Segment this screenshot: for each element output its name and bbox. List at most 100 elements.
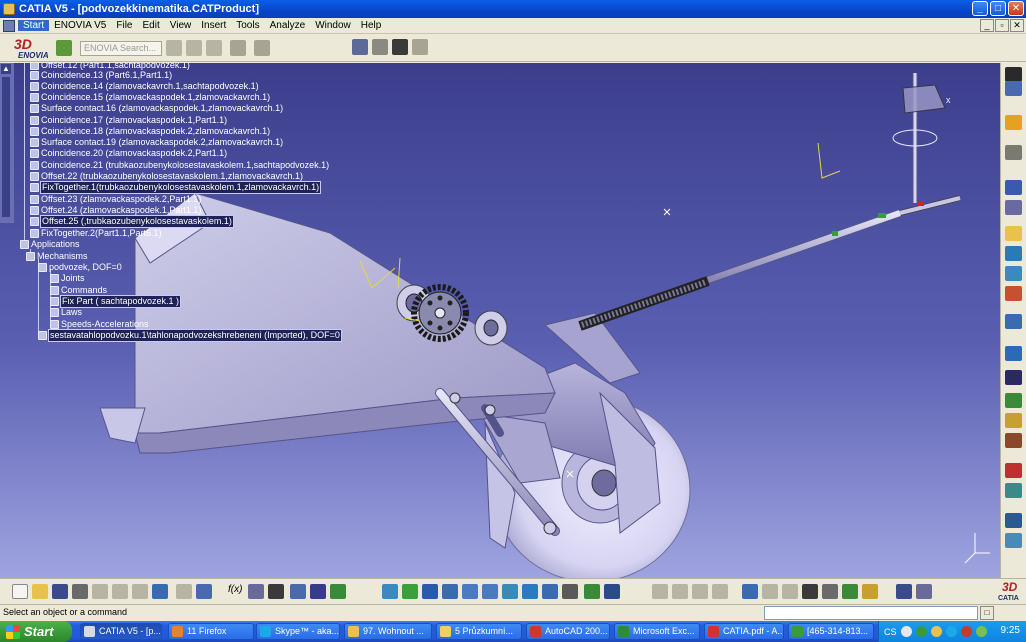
mechanism-dressup-icon[interactable] <box>1005 81 1022 96</box>
snap-component-icon[interactable] <box>842 584 858 599</box>
enovia-logo[interactable]: 3D ENOVIA <box>4 36 50 60</box>
measure-inertia-icon[interactable] <box>692 584 708 599</box>
minimize-button[interactable]: _ <box>972 1 988 16</box>
fit-all-icon[interactable] <box>402 584 418 599</box>
clock[interactable]: 9:25 <box>1001 625 1020 636</box>
close-button[interactable]: ✕ <box>1008 1 1024 16</box>
multi-view-icon[interactable] <box>522 584 538 599</box>
grid-table-icon[interactable] <box>1005 226 1022 241</box>
tree-item[interactable]: Coincidence.18 (zlamovackaspodek.2,zlamo… <box>30 126 270 137</box>
tree-item[interactable]: FixTogether.1(trubkaozubenykolosestavask… <box>30 181 322 194</box>
taskbar-item-skype[interactable]: Skype™ - aka... <box>256 623 340 640</box>
clash-icon[interactable] <box>1005 393 1022 408</box>
tray-app-icon[interactable] <box>915 626 927 637</box>
pan-icon[interactable] <box>422 584 438 599</box>
tree-item[interactable]: Coincidence.15 (zlamovackaspodek.1,zlamo… <box>30 92 270 103</box>
redo-icon[interactable] <box>176 584 192 599</box>
table-icon[interactable] <box>268 584 284 599</box>
search-options-icon[interactable] <box>166 40 182 56</box>
menu-window[interactable]: Window <box>310 20 356 31</box>
doc-minimize-button[interactable]: _ <box>980 19 994 32</box>
knowledge-icon[interactable] <box>248 584 264 599</box>
expand-icon[interactable] <box>206 40 222 56</box>
print-icon[interactable] <box>72 584 88 599</box>
law-icon[interactable] <box>1005 346 1022 361</box>
doc-restore-button[interactable]: ▫ <box>995 19 1009 32</box>
volume-icon[interactable] <box>930 626 942 637</box>
hide-show-icon[interactable] <box>584 584 600 599</box>
refresh-icon[interactable] <box>230 40 246 56</box>
rotate-icon[interactable] <box>1005 180 1022 195</box>
tree-item-joints[interactable]: Joints <box>50 273 85 284</box>
menu-start[interactable]: Start <box>18 20 50 31</box>
manipulate-icon[interactable] <box>822 584 838 599</box>
steering-rod[interactable]: x <box>578 73 961 331</box>
cursor-icon[interactable] <box>1005 115 1022 130</box>
tree-item[interactable]: Offset.24 (zlamovackaspodek.1,Part1.1) <box>30 205 201 216</box>
analysis-icon[interactable] <box>1005 483 1022 498</box>
tree-item[interactable]: Coincidence.20 (zlamovackaspodek.2,Part1… <box>30 148 227 159</box>
menu-tools[interactable]: Tools <box>231 20 264 31</box>
command-clear-button[interactable]: □ <box>980 606 994 620</box>
open-icon[interactable] <box>32 584 48 599</box>
stop-manipulate-icon[interactable] <box>896 584 912 599</box>
tree-item-mechanisms[interactable]: Mechanisms <box>26 251 88 262</box>
search-icon[interactable] <box>802 584 818 599</box>
simulation-icon[interactable] <box>1005 314 1022 329</box>
tree-item[interactable]: FixTogether.2(Part1.1,Part6.1) <box>30 228 162 239</box>
clash-analysis-icon[interactable] <box>762 584 778 599</box>
update-tray-icon[interactable] <box>975 626 987 637</box>
gear[interactable] <box>411 284 469 342</box>
paste-icon[interactable] <box>132 584 148 599</box>
menu-analyze[interactable]: Analyze <box>265 20 311 31</box>
iso-view-icon[interactable] <box>542 584 558 599</box>
tree-item[interactable]: Coincidence.13 (Part6.1,Part1.1) <box>30 70 172 81</box>
tree-item[interactable]: Coincidence.14 (zlamovackavrch.1,sachtap… <box>30 81 259 92</box>
new-icon[interactable] <box>12 584 28 599</box>
maximize-button[interactable]: □ <box>990 1 1006 16</box>
taskbar-item-folder[interactable]: 97. Wohnout ... <box>344 623 432 640</box>
menu-help[interactable]: Help <box>356 20 387 31</box>
tree-item[interactable]: Surface contact.19 (zlamovackaspodek.2,z… <box>30 137 283 148</box>
toolbar-grip-icon[interactable] <box>1005 67 1022 82</box>
save-icon[interactable] <box>52 584 68 599</box>
compass[interactable] <box>964 533 990 564</box>
security-icon[interactable] <box>960 626 972 637</box>
tree-item-fix-part[interactable]: Fix Part ( sachtapodvozek.1 ) <box>50 295 182 308</box>
taskbar-item-autocad[interactable]: AutoCAD 200... <box>526 623 610 640</box>
swept-volume-icon[interactable] <box>1005 533 1022 548</box>
tree-item-imported-mechanism[interactable]: sestavatahlopodvozku.1\tahlonapodvozeksh… <box>38 329 342 342</box>
undo-icon[interactable] <box>152 584 168 599</box>
swap-visible-icon[interactable] <box>604 584 620 599</box>
skype-tray-icon[interactable] <box>945 626 957 637</box>
start-button[interactable]: Start <box>0 621 72 642</box>
3d-viewport[interactable]: x ▲ Offset.12 (Part1.1,sachtapodvozek.1)… <box>0 63 1000 578</box>
snap-to-icon[interactable] <box>1005 266 1022 281</box>
reorder-icon[interactable] <box>916 584 932 599</box>
tree-item-applications[interactable]: Applications <box>20 239 80 250</box>
enovia-connect-icon[interactable] <box>56 40 72 56</box>
taskbar-item-acrobat[interactable]: CATIA.pdf - A... <box>704 623 784 640</box>
update-icon[interactable] <box>330 584 346 599</box>
shading-icon[interactable] <box>562 584 578 599</box>
taskbar-item-excel[interactable]: Microsoft Exc... <box>614 623 700 640</box>
joint-icon[interactable] <box>1005 246 1022 261</box>
tree-scrollbar[interactable]: ▲ <box>0 63 14 223</box>
taskbar-item-explorer[interactable]: 5 Průzkumní... <box>436 623 522 640</box>
fly-mode-icon[interactable] <box>382 584 398 599</box>
taskbar-item-catia[interactable]: CATIA V5 - [p... <box>80 623 162 640</box>
menu-edit[interactable]: Edit <box>138 20 165 31</box>
measure-item-icon[interactable] <box>672 584 688 599</box>
taskbar-item-firefox[interactable]: 11 Firefox <box>168 623 254 640</box>
tree-item-laws[interactable]: Laws <box>50 307 82 318</box>
command-input[interactable] <box>764 606 978 620</box>
graph-tree-icon[interactable] <box>290 584 306 599</box>
cut-icon[interactable] <box>92 584 108 599</box>
spiral-icon[interactable] <box>1005 513 1022 528</box>
menu-insert[interactable]: Insert <box>196 20 231 31</box>
explode-icon[interactable] <box>862 584 878 599</box>
tree-item-mechanism[interactable]: podvozek, DOF=0 <box>38 262 122 273</box>
network-icon[interactable] <box>900 626 912 637</box>
measure-icon[interactable] <box>652 584 668 599</box>
grid-icon[interactable] <box>392 39 408 55</box>
